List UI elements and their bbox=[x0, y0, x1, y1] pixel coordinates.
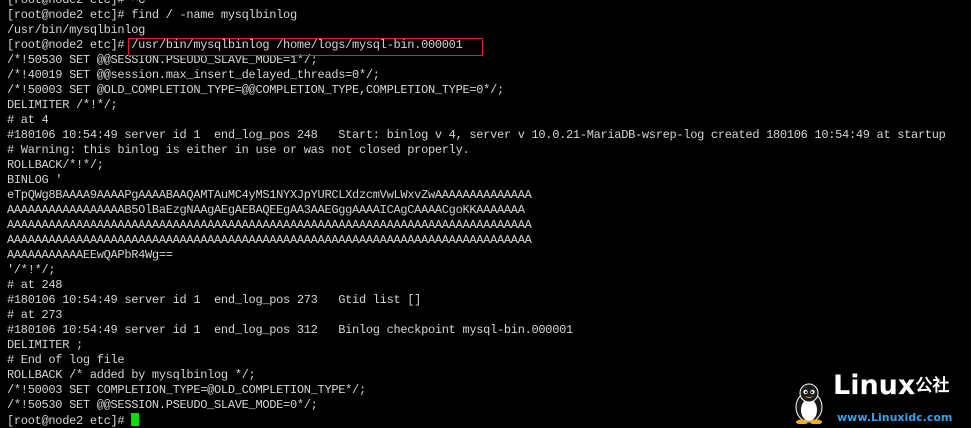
terminal-line: # at 248 bbox=[7, 278, 63, 292]
terminal-line: #180106 10:54:49 server id 1 end_log_pos… bbox=[7, 323, 573, 337]
terminal-line: #180106 10:54:49 server id 1 end_log_pos… bbox=[7, 293, 422, 307]
terminal-output: [root@node2 etc]# ^C [root@node2 etc]# f… bbox=[7, 0, 946, 428]
terminal-line: AAAAAAAAAAAEEwQAPbR4Wg== bbox=[7, 248, 173, 262]
penguin-icon bbox=[795, 383, 823, 424]
terminal-line: /*!50530 SET @@SESSION.PSEUDO_SLAVE_MODE… bbox=[7, 53, 318, 67]
terminal-line: [root@node2 etc]# find / -name mysqlbinl… bbox=[7, 8, 297, 22]
watermark-brand: Linux公社 bbox=[833, 372, 950, 399]
watermark-brand-cn: 公社 bbox=[915, 376, 950, 396]
terminal-line: AAAAAAAAAAAAAAAAAAAAAAAAAAAAAAAAAAAAAAAA… bbox=[7, 218, 532, 232]
terminal-line: #180106 10:54:49 server id 1 end_log_pos… bbox=[7, 128, 946, 142]
terminal-line: eTpQWg8BAAAA9AAAAPgAAAABAAQAMTAuMC4yMS1N… bbox=[7, 188, 532, 202]
terminal-line: AAAAAAAAAAAAAAAAAB5OlBaEzgNAAgAEgAEBAQEE… bbox=[7, 203, 525, 217]
terminal-line: # at 4 bbox=[7, 113, 49, 127]
watermark-url: www.Linuxidc.com bbox=[837, 411, 953, 424]
terminal-line: BINLOG ' bbox=[7, 173, 63, 187]
terminal-line: DELIMITER /*!*/; bbox=[7, 98, 118, 112]
terminal-line: # Warning: this binlog is either in use … bbox=[7, 143, 470, 157]
terminal-line: # at 273 bbox=[7, 308, 63, 322]
terminal-line: /*!40019 SET @@session.max_insert_delaye… bbox=[7, 68, 380, 82]
terminal-window[interactable]: [root@node2 etc]# ^C [root@node2 etc]# f… bbox=[0, 0, 971, 428]
watermark-logo: Linux公社 www.Linuxidc.com bbox=[789, 372, 969, 426]
terminal-line: /usr/bin/mysqlbinlog bbox=[7, 23, 146, 37]
terminal-cursor[interactable] bbox=[131, 413, 140, 426]
watermark-brand-text: Linux bbox=[833, 370, 916, 401]
terminal-line: ROLLBACK/*!*/; bbox=[7, 158, 104, 172]
terminal-line-highlighted-command: [root@node2 etc]# /usr/bin/mysqlbinlog /… bbox=[7, 38, 463, 52]
terminal-line: DELIMITER ; bbox=[7, 338, 83, 352]
terminal-line: # End of log file bbox=[7, 353, 125, 367]
terminal-line: AAAAAAAAAAAAAAAAAAAAAAAAAAAAAAAAAAAAAAAA… bbox=[7, 233, 532, 247]
terminal-prompt: [root@node2 etc]# bbox=[7, 414, 132, 428]
terminal-line: '/*!*/; bbox=[7, 263, 56, 277]
terminal-line: [root@node2 etc]# ^C bbox=[7, 0, 146, 7]
terminal-line: /*!50003 SET @OLD_COMPLETION_TYPE=@@COMP… bbox=[7, 83, 504, 97]
